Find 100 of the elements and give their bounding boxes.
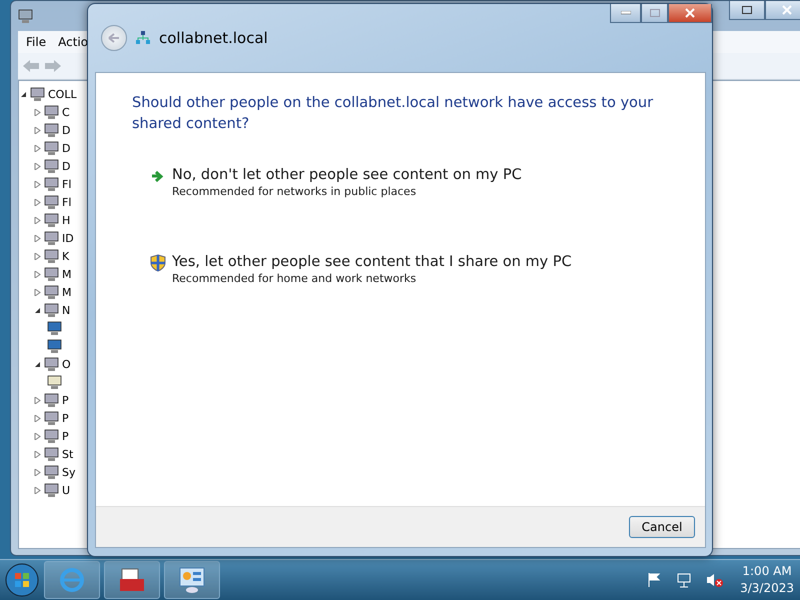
device-icon	[44, 194, 60, 210]
tree-item[interactable]: H	[62, 214, 70, 226]
collapsed-arrow-icon[interactable]	[34, 144, 41, 152]
toolbox-icon	[118, 567, 146, 593]
device-icon	[47, 374, 63, 390]
tree-item[interactable]: N	[62, 304, 70, 316]
question-text: Should other people on the collabnet.local network have access to your shared content?	[132, 94, 654, 134]
forward-arrow-icon[interactable]	[44, 59, 62, 73]
tree-item[interactable]: C	[62, 106, 70, 118]
device-icon	[44, 104, 60, 120]
maximize-icon	[650, 9, 660, 17]
collapsed-arrow-icon[interactable]	[34, 396, 41, 404]
tree-item[interactable]: D	[62, 124, 70, 136]
device-icon	[44, 428, 60, 444]
collapsed-arrow-icon[interactable]	[34, 180, 41, 188]
device-icon	[44, 140, 60, 156]
tree-item[interactable]: St	[62, 448, 74, 460]
collapsed-arrow-icon[interactable]	[34, 252, 41, 260]
collapsed-arrow-icon[interactable]	[34, 108, 41, 116]
collapsed-arrow-icon[interactable]	[34, 198, 41, 206]
tree-item[interactable]: Fl	[62, 196, 72, 208]
device-icon	[44, 176, 60, 192]
tree-item[interactable]: M	[62, 268, 72, 280]
collapsed-arrow-icon[interactable]	[34, 450, 41, 458]
taskbar-button[interactable]	[164, 561, 220, 599]
device-icon	[44, 410, 60, 426]
tree-item[interactable]: P	[62, 412, 69, 424]
menu-item[interactable]: File	[26, 35, 46, 49]
tree-item[interactable]: P	[62, 394, 69, 406]
collapsed-arrow-icon[interactable]	[34, 162, 41, 170]
cancel-button[interactable]: Cancel	[629, 516, 695, 538]
collapsed-arrow-icon[interactable]	[34, 270, 41, 278]
tree-item[interactable]: U	[62, 484, 70, 496]
back-arrow-icon	[108, 33, 120, 43]
device-icon	[44, 158, 60, 174]
tree-item[interactable]: K	[62, 250, 70, 262]
computer-icon	[18, 8, 34, 24]
choice-option[interactable]: Yes, let other people see content that I share on my PC Recommended for home and work networks	[142, 250, 580, 289]
collapsed-arrow-icon[interactable]	[34, 486, 41, 494]
expanded-arrow-icon[interactable]	[34, 306, 41, 314]
option-title: No, don't let other people see content on my PC	[172, 167, 522, 183]
flag-icon[interactable]	[646, 572, 662, 588]
collapsed-arrow-icon[interactable]	[34, 216, 41, 224]
back-arrow-icon[interactable]	[22, 59, 40, 73]
choice-option[interactable]: No, don't let other people see content on my PC Recommended for networks in public places	[142, 163, 530, 202]
tree-item[interactable]: Sy	[62, 466, 76, 478]
tree-item[interactable]: P	[62, 430, 69, 442]
menu-item[interactable]: Actio	[58, 35, 88, 49]
browser-e-icon	[58, 566, 86, 594]
device-icon	[44, 248, 60, 264]
device-icon	[44, 230, 60, 246]
start-button[interactable]	[4, 562, 40, 598]
minimize-icon	[620, 11, 630, 15]
device-icon	[30, 86, 46, 102]
close-icon	[685, 8, 695, 18]
option-description: Recommended for networks in public places	[172, 185, 418, 198]
device-icon	[44, 446, 60, 462]
maximize-button[interactable]	[729, 1, 765, 20]
tree-item[interactable]: M	[62, 286, 72, 298]
device-icon	[44, 284, 60, 300]
minimize-button[interactable]	[610, 4, 641, 23]
tree-item[interactable]: ID	[62, 232, 74, 244]
device-icon	[44, 302, 60, 318]
maximize-icon	[742, 6, 752, 14]
network-adapter-icon	[47, 338, 63, 354]
close-button[interactable]	[668, 4, 712, 23]
network-icon[interactable]	[676, 572, 692, 588]
collapsed-arrow-icon[interactable]	[34, 126, 41, 134]
device-icon	[44, 356, 60, 372]
back-button[interactable]	[101, 25, 127, 51]
shield-icon	[150, 254, 166, 272]
close-button[interactable]	[765, 1, 800, 20]
device-icon	[44, 122, 60, 138]
device-icon	[44, 482, 60, 498]
expanded-arrow-icon[interactable]	[34, 360, 41, 368]
option-title: Yes, let other people see content that I share on my PC	[172, 254, 572, 270]
dialog-title: collabnet.local	[159, 29, 268, 47]
expanded-arrow-icon[interactable]	[20, 90, 27, 98]
muted-speaker-icon[interactable]	[706, 572, 724, 588]
tree-item[interactable]: COLL	[48, 88, 77, 100]
control-panel-icon	[177, 566, 207, 594]
device-icon	[44, 464, 60, 480]
collapsed-arrow-icon[interactable]	[34, 414, 41, 422]
collapsed-arrow-icon[interactable]	[34, 432, 41, 440]
tree-item[interactable]: D	[62, 160, 70, 172]
arrow-icon	[150, 169, 166, 185]
taskbar-button[interactable]	[104, 561, 160, 599]
tree-item[interactable]: O	[62, 358, 71, 370]
network-icon	[135, 30, 151, 46]
collapsed-arrow-icon[interactable]	[34, 468, 41, 476]
tree-item[interactable]: Fl	[62, 178, 72, 190]
close-icon	[782, 5, 792, 15]
collapsed-arrow-icon[interactable]	[34, 288, 41, 296]
maximize-button[interactable]	[641, 4, 668, 23]
collapsed-arrow-icon[interactable]	[34, 234, 41, 242]
device-icon	[44, 266, 60, 282]
clock[interactable]: 1:00 AM 3/3/2023	[740, 563, 794, 597]
option-description: Recommended for home and work networks	[172, 272, 418, 285]
network-adapter-icon	[47, 320, 63, 336]
tree-item[interactable]: D	[62, 142, 70, 154]
